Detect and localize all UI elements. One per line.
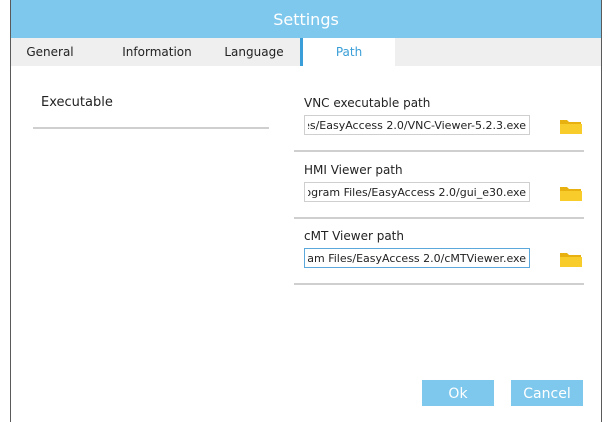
window-title: Settings [11, 0, 601, 38]
settings-window: Settings General Information Language Pa… [10, 0, 602, 422]
folder-icon[interactable] [559, 183, 583, 203]
tab-general[interactable]: General [11, 38, 89, 66]
ok-button[interactable]: Ok [422, 380, 494, 406]
section-divider [33, 127, 269, 129]
group-divider [294, 150, 584, 152]
section-executable[interactable]: Executable [41, 95, 113, 110]
folder-icon[interactable] [559, 116, 583, 136]
group-divider [294, 283, 584, 285]
cmt-path-label: cMT Viewer path [304, 229, 404, 243]
cmt-path-input[interactable] [304, 248, 530, 268]
tab-path[interactable]: Path [300, 38, 395, 66]
tab-bar: General Information Language Path [11, 38, 601, 66]
group-divider [294, 217, 584, 219]
tab-language[interactable]: Language [215, 38, 293, 66]
hmi-path-label: HMI Viewer path [304, 163, 403, 177]
folder-icon[interactable] [559, 249, 583, 269]
vnc-path-label: VNC executable path [304, 96, 431, 110]
cancel-button[interactable]: Cancel [511, 380, 583, 406]
hmi-path-input[interactable] [304, 182, 530, 202]
tab-information[interactable]: Information [103, 38, 211, 66]
vnc-path-input[interactable] [304, 115, 530, 135]
